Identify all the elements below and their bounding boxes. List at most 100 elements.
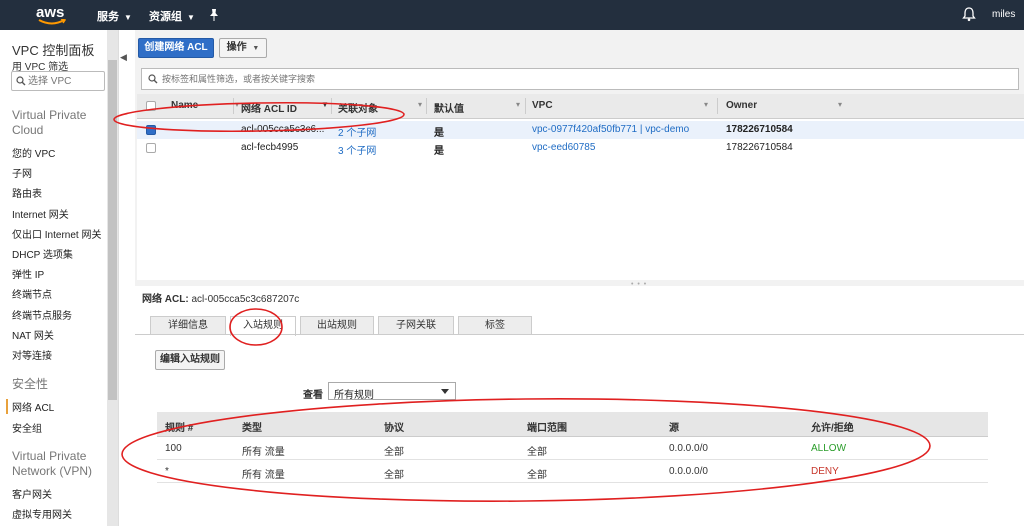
sidebar-item-elastic-ips[interactable]: 弹性 IP: [12, 266, 44, 281]
sidebar: VPC 控制面板 用 VPC 筛选 Virtual Private Cloud …: [0, 30, 119, 526]
column-header-type: 类型: [242, 423, 262, 434]
aws-logo[interactable]: aws: [36, 4, 72, 26]
rule-row: * 所有 流量 全部 全部 0.0.0.0/0 DENY: [157, 460, 988, 483]
sidebar-item-peering[interactable]: 对等连接: [12, 347, 52, 362]
sidebar-item-security-groups[interactable]: 安全组: [12, 420, 42, 435]
sort-icon: ▾: [704, 100, 709, 109]
pin-icon[interactable]: [209, 9, 219, 21]
sidebar-item-network-acls[interactable]: 网络 ACL: [6, 399, 54, 414]
cell-associated-link[interactable]: 3 个子网: [338, 142, 376, 157]
resource-groups-label: 资源组: [149, 11, 182, 23]
caret-down-icon: ▼: [187, 13, 195, 22]
table-row[interactable]: acl-fecb4995 3 个子网 是 vpc-eed60785 178226…: [137, 139, 1024, 157]
create-network-acl-button[interactable]: 创建网络 ACL: [138, 38, 214, 58]
table-row[interactable]: acl-005cca5c3c6... 2 个子网 是 vpc-0977f420a…: [137, 121, 1024, 139]
cell-vpc-link[interactable]: vpc-0977f420af50fb771 | vpc-demo: [532, 124, 689, 135]
cell-protocol: 全部: [384, 447, 404, 458]
sidebar-item-route-tables[interactable]: 路由表: [12, 185, 42, 200]
table-header: Name ▾ 网络 ACL ID ▼ 关联对象 ▾ 默认值 ▾ VPC ▾ Owner ▾: [137, 94, 1024, 119]
cell-vpc-link[interactable]: vpc-eed60785: [532, 142, 595, 153]
tab-outbound-rules[interactable]: 出站规则: [300, 316, 374, 335]
actions-button[interactable]: 操作 ▼: [219, 38, 267, 58]
vpc-filter-input[interactable]: [28, 74, 102, 88]
sidebar-item-subnets[interactable]: 子网: [12, 165, 32, 180]
cell-source: 0.0.0.0/0: [669, 443, 708, 454]
services-menu[interactable]: 服务 ▼: [97, 8, 132, 24]
sidebar-item-nat-gateways[interactable]: NAT 网关: [12, 327, 54, 342]
cell-port-range: 全部: [527, 447, 547, 458]
sort-descending-icon: ▼: [321, 100, 329, 109]
filter-search-bar[interactable]: [141, 68, 1019, 90]
sidebar-item-your-vpcs[interactable]: 您的 VPC: [12, 145, 55, 160]
select-all-checkbox[interactable]: [146, 101, 156, 111]
sidebar-item-egress-only-gateways[interactable]: 仅出口 Internet 网关: [12, 226, 101, 241]
sort-icon: ▾: [516, 100, 521, 109]
tab-tags[interactable]: 标签: [458, 316, 532, 335]
user-menu[interactable]: miles: [992, 9, 1015, 20]
aws-smile-icon: [38, 19, 66, 25]
sidebar-item-virtual-private-gateways[interactable]: 虚拟专用网关: [12, 506, 72, 521]
sidebar-title[interactable]: VPC 控制面板: [12, 40, 94, 59]
cell-type: 所有 流量: [242, 447, 285, 458]
sidebar-item-dhcp-options[interactable]: DHCP 选项集: [12, 246, 73, 261]
column-header-allow-deny: 允许/拒绝: [811, 423, 854, 434]
cell-rule-number: 100: [165, 443, 182, 454]
tab-details[interactable]: 详细信息: [150, 316, 226, 335]
sort-icon: ▾: [235, 100, 240, 109]
bell-icon[interactable]: [962, 6, 976, 22]
row-checkbox[interactable]: [146, 143, 156, 153]
sidebar-scrollbar[interactable]: [107, 30, 118, 526]
column-header-vpc[interactable]: VPC ▾: [532, 100, 708, 111]
cell-deny-status: DENY: [811, 466, 839, 477]
column-header-owner[interactable]: Owner ▾: [726, 100, 842, 111]
acl-label: 网络 ACL:: [142, 294, 189, 305]
cell-acl-id: acl-005cca5c3c6...: [241, 124, 325, 135]
rules-table-header: 规则 # 类型 协议 端口范围 源 允许/拒绝: [157, 412, 988, 437]
sidebar-section-vpc: Virtual Private Cloud: [12, 108, 87, 137]
inbound-rules-table: 规则 # 类型 协议 端口范围 源 允许/拒绝 100 所有 流量 全部 全部 …: [157, 412, 988, 522]
tab-subnet-associations[interactable]: 子网关联: [378, 316, 454, 335]
detail-panel: 网络 ACL: acl-005cca5c3c687207c 详细信息 入站规则 …: [135, 286, 1024, 526]
sidebar-item-endpoints[interactable]: 终端节点: [12, 286, 52, 301]
cell-default: 是: [434, 128, 444, 139]
column-separator: [426, 98, 427, 114]
selected-acl-title: 网络 ACL: acl-005cca5c3c687207c: [142, 290, 299, 305]
column-header-port-range: 端口范围: [527, 423, 567, 434]
view-select-value: 所有规则: [334, 390, 374, 401]
cell-type: 所有 流量: [242, 470, 285, 481]
resource-groups-menu[interactable]: 资源组 ▼: [149, 8, 195, 24]
column-header-default[interactable]: 默认值 ▾: [434, 100, 520, 115]
column-header-rule-number: 规则 #: [165, 423, 194, 434]
cell-port-range: 全部: [527, 470, 547, 481]
services-menu-label: 服务: [97, 11, 119, 23]
tab-divider: [135, 334, 1024, 335]
column-separator: [331, 98, 332, 114]
column-header-acl-id[interactable]: 网络 ACL ID ▼: [241, 100, 329, 115]
edit-inbound-rules-button[interactable]: 编辑入站规则: [155, 350, 225, 370]
column-header-source: 源: [669, 423, 679, 434]
caret-down-icon: ▼: [252, 45, 260, 52]
collapse-sidebar-icon[interactable]: ◀: [120, 52, 134, 66]
cell-owner: 178226710584: [726, 124, 793, 135]
view-label: 查看: [303, 390, 323, 401]
cell-associated-link[interactable]: 2 个子网: [338, 124, 376, 139]
cell-allow-status: ALLOW: [811, 443, 847, 454]
top-navigation-bar: aws 服务 ▼ 资源组 ▼ miles: [0, 0, 1024, 30]
filter-input[interactable]: [162, 72, 962, 86]
column-header-protocol: 协议: [384, 423, 404, 434]
view-rules-select[interactable]: 所有规则: [328, 382, 456, 401]
sidebar-item-internet-gateways[interactable]: Internet 网关: [12, 206, 69, 221]
search-icon: [148, 74, 158, 84]
sidebar-section-security: 安全性: [12, 377, 49, 391]
tab-inbound-rules[interactable]: 入站规则: [230, 316, 296, 336]
vpc-filter-select[interactable]: [11, 71, 105, 91]
sidebar-item-endpoint-services[interactable]: 终端节点服务: [12, 307, 72, 322]
column-header-associated[interactable]: 关联对象 ▾: [338, 100, 422, 115]
cell-acl-id: acl-fecb4995: [241, 142, 299, 153]
sidebar-item-customer-gateways[interactable]: 客户网关: [12, 486, 52, 501]
sidebar-scroll-thumb[interactable]: [108, 60, 117, 400]
actions-button-label: 操作: [226, 42, 247, 53]
column-header-name[interactable]: Name ▾: [171, 100, 239, 111]
sidebar-section-vpn: Virtual Private Network (VPN): [12, 449, 93, 478]
row-checkbox[interactable]: [146, 125, 156, 135]
